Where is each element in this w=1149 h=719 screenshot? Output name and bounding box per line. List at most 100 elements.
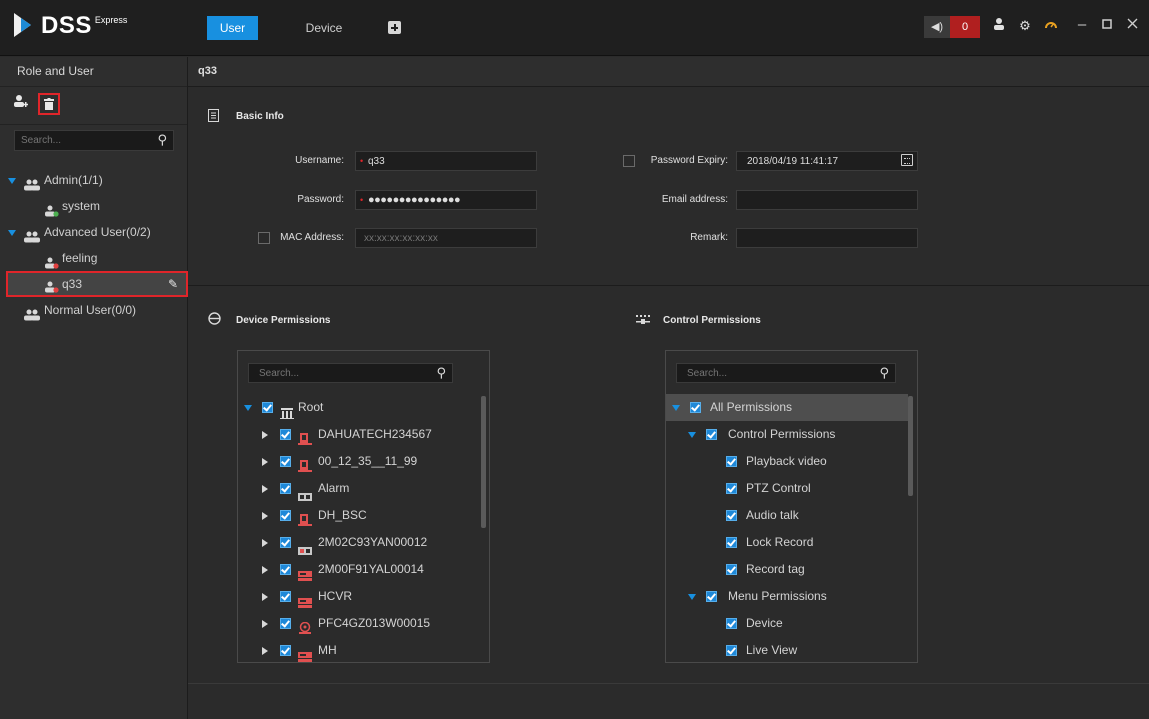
device-item[interactable]: 00_12_35__11_99: [238, 448, 478, 475]
permission-item[interactable]: Live View: [666, 637, 906, 662]
permission-item[interactable]: Playback video: [666, 448, 906, 475]
expand-caret-icon[interactable]: [244, 405, 252, 411]
password-expiry-checkbox[interactable]: [623, 155, 635, 167]
tree-user-feeling[interactable]: feeling: [0, 245, 187, 271]
checkbox-checked[interactable]: [280, 456, 291, 467]
checkbox-checked[interactable]: [706, 429, 717, 440]
device-item[interactable]: MH: [238, 637, 478, 662]
tree-group-normal[interactable]: Normal User(0/0): [0, 297, 187, 323]
tree-group-advanced[interactable]: Advanced User(0/2): [0, 219, 187, 245]
checkbox-checked[interactable]: [690, 402, 701, 413]
device-item[interactable]: DH_BSC: [238, 502, 478, 529]
collapse-caret-icon[interactable]: [262, 647, 268, 655]
email-address-field[interactable]: [736, 190, 918, 210]
search-icon[interactable]: ⚲: [436, 364, 446, 382]
control-group[interactable]: Control Permissions: [666, 421, 906, 448]
permission-item[interactable]: Lock Record: [666, 529, 906, 556]
search-box[interactable]: ⚲: [14, 130, 174, 151]
delete-button[interactable]: [38, 93, 60, 115]
collapse-caret-icon[interactable]: [262, 512, 268, 520]
device-item[interactable]: DAHUATECH234567: [238, 421, 478, 448]
minimize-button[interactable]: –: [1072, 14, 1092, 36]
alarm-count-badge[interactable]: 0: [950, 16, 980, 38]
device-item[interactable]: HCVR: [238, 583, 478, 610]
password-expiry-field[interactable]: [736, 151, 918, 171]
tree-group-admin[interactable]: Admin(1/1): [0, 167, 187, 193]
device-search-box[interactable]: ⚲: [248, 363, 453, 383]
tree-user-system[interactable]: system: [0, 193, 187, 219]
password-input[interactable]: [356, 191, 536, 209]
checkbox-checked[interactable]: [280, 618, 291, 629]
scrollbar[interactable]: [908, 396, 913, 496]
speaker-alarm-icon[interactable]: ◀): [924, 16, 950, 38]
password-field[interactable]: •: [355, 190, 537, 210]
checkbox-checked[interactable]: [726, 537, 737, 548]
username-input[interactable]: [356, 152, 536, 170]
device-item[interactable]: Alarm: [238, 475, 478, 502]
checkbox-checked[interactable]: [280, 510, 291, 521]
checkbox-checked[interactable]: [280, 429, 291, 440]
calendar-icon[interactable]: [901, 154, 913, 166]
checkbox-checked[interactable]: [280, 591, 291, 602]
collapse-caret-icon[interactable]: [262, 593, 268, 601]
control-group[interactable]: Menu Permissions: [666, 583, 906, 610]
checkbox-checked[interactable]: [726, 564, 737, 575]
permission-item[interactable]: Audio talk: [666, 502, 906, 529]
remark-field[interactable]: [736, 228, 918, 248]
collapse-caret-icon[interactable]: [262, 485, 268, 493]
tree-user-q33[interactable]: q33 ✎: [6, 271, 188, 297]
tab-device[interactable]: Device: [290, 16, 358, 40]
performance-icon[interactable]: [1042, 17, 1060, 35]
permission-item[interactable]: Device: [666, 610, 906, 637]
collapse-caret-icon[interactable]: [262, 431, 268, 439]
tab-user[interactable]: User: [207, 16, 258, 40]
expand-caret-icon[interactable]: [688, 594, 696, 600]
checkbox-checked[interactable]: [726, 456, 737, 467]
control-tree-root[interactable]: All Permissions: [666, 394, 908, 421]
search-input[interactable]: [15, 131, 143, 150]
checkbox-checked[interactable]: [726, 510, 737, 521]
checkbox-checked[interactable]: [262, 402, 273, 413]
expand-caret-icon[interactable]: [688, 432, 696, 438]
checkbox-checked[interactable]: [726, 645, 737, 656]
device-tree-root[interactable]: Root: [238, 394, 478, 421]
collapse-caret-icon[interactable]: [262, 566, 268, 574]
search-icon[interactable]: ⚲: [879, 364, 889, 382]
expand-caret-icon[interactable]: [8, 230, 16, 236]
checkbox-checked[interactable]: [280, 483, 291, 494]
expand-caret-icon[interactable]: [672, 405, 680, 411]
collapse-caret-icon[interactable]: [262, 620, 268, 628]
device-search-input[interactable]: [249, 364, 399, 382]
permission-item[interactable]: Record tag: [666, 556, 906, 583]
password-expiry-input[interactable]: [737, 152, 917, 170]
remark-input[interactable]: [737, 229, 917, 247]
collapse-caret-icon[interactable]: [262, 458, 268, 466]
mac-address-field[interactable]: [355, 228, 537, 248]
device-item[interactable]: PFC4GZ013W00015: [238, 610, 478, 637]
checkbox-checked[interactable]: [280, 564, 291, 575]
checkbox-checked[interactable]: [706, 591, 717, 602]
control-search-box[interactable]: ⚲: [676, 363, 896, 383]
user-icon[interactable]: [990, 17, 1008, 35]
close-button[interactable]: [1122, 14, 1142, 36]
mac-address-input[interactable]: [356, 229, 536, 247]
add-user-button[interactable]: [10, 93, 32, 115]
edit-pencil-icon[interactable]: ✎: [168, 273, 178, 295]
collapse-caret-icon[interactable]: [262, 539, 268, 547]
search-icon[interactable]: ⚲: [157, 132, 167, 148]
device-item[interactable]: 2M02C93YAN00012: [238, 529, 478, 556]
scrollbar[interactable]: [481, 396, 486, 528]
maximize-button[interactable]: [1097, 14, 1117, 36]
checkbox-checked[interactable]: [726, 618, 737, 629]
add-tab-icon[interactable]: [388, 21, 401, 34]
mac-address-checkbox[interactable]: [258, 232, 270, 244]
email-address-input[interactable]: [737, 191, 917, 209]
permission-item[interactable]: PTZ Control: [666, 475, 906, 502]
gear-icon[interactable]: ⚙: [1016, 17, 1034, 35]
checkbox-checked[interactable]: [280, 537, 291, 548]
username-field[interactable]: •: [355, 151, 537, 171]
control-search-input[interactable]: [677, 364, 827, 382]
device-item[interactable]: 2M00F91YAL00014: [238, 556, 478, 583]
checkbox-checked[interactable]: [726, 483, 737, 494]
expand-caret-icon[interactable]: [8, 178, 16, 184]
